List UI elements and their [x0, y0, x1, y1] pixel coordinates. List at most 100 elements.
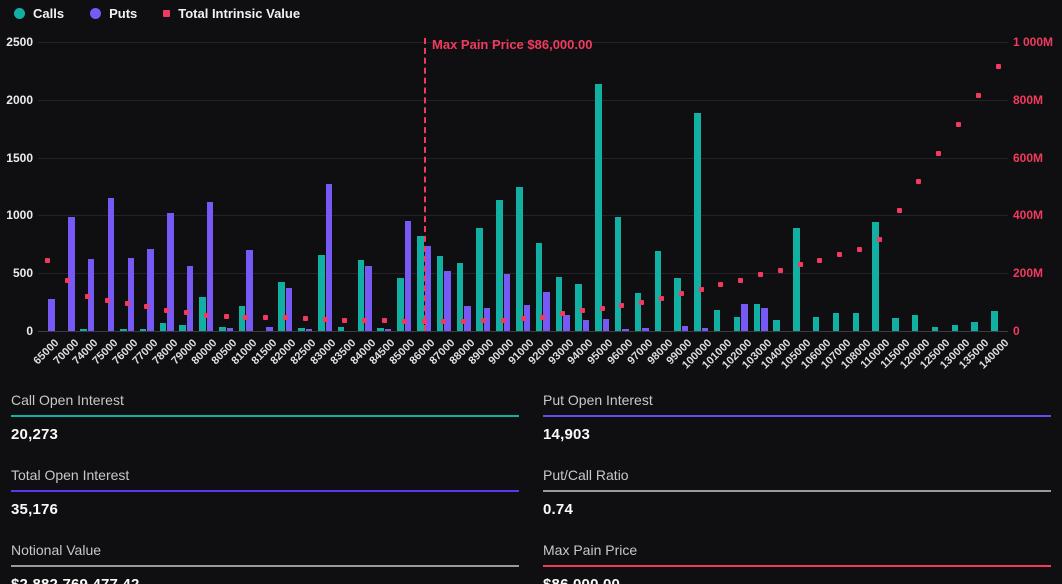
- legend-item-calls[interactable]: Calls: [14, 6, 64, 21]
- intrinsic-value-point[interactable]: [144, 304, 149, 309]
- intrinsic-value-point[interactable]: [600, 306, 605, 311]
- calls-bar[interactable]: [971, 322, 978, 331]
- calls-bar[interactable]: [338, 327, 345, 331]
- calls-bar[interactable]: [793, 228, 800, 331]
- intrinsic-value-point[interactable]: [619, 303, 624, 308]
- legend-item-puts[interactable]: Puts: [90, 6, 137, 21]
- intrinsic-value-point[interactable]: [105, 298, 110, 303]
- calls-bar[interactable]: [912, 315, 919, 331]
- intrinsic-value-point[interactable]: [45, 258, 50, 263]
- calls-bar[interactable]: [615, 217, 622, 331]
- intrinsic-value-point[interactable]: [323, 317, 328, 322]
- calls-bar[interactable]: [694, 113, 701, 331]
- puts-bar[interactable]: [741, 304, 748, 331]
- calls-bar[interactable]: [595, 84, 602, 331]
- legend-item-intrinsic-value[interactable]: Total Intrinsic Value: [163, 6, 300, 21]
- calls-bar[interactable]: [813, 317, 820, 331]
- calls-bar[interactable]: [160, 323, 167, 331]
- calls-bar[interactable]: [833, 313, 840, 331]
- calls-bar[interactable]: [991, 311, 998, 331]
- calls-bar[interactable]: [734, 317, 741, 331]
- calls-bar[interactable]: [120, 329, 127, 331]
- intrinsic-value-point[interactable]: [996, 64, 1001, 69]
- puts-bar[interactable]: [405, 221, 412, 331]
- intrinsic-value-point[interactable]: [382, 318, 387, 323]
- intrinsic-value-point[interactable]: [283, 315, 288, 320]
- puts-bar[interactable]: [48, 299, 55, 331]
- calls-bar[interactable]: [714, 310, 721, 331]
- intrinsic-value-point[interactable]: [798, 262, 803, 267]
- intrinsic-value-point[interactable]: [778, 268, 783, 273]
- intrinsic-value-point[interactable]: [461, 319, 466, 324]
- calls-bar[interactable]: [516, 187, 523, 331]
- intrinsic-value-point[interactable]: [441, 319, 446, 324]
- calls-bar[interactable]: [476, 228, 483, 331]
- calls-bar[interactable]: [417, 236, 424, 331]
- intrinsic-value-point[interactable]: [362, 318, 367, 323]
- calls-bar[interactable]: [773, 320, 780, 331]
- intrinsic-value-point[interactable]: [521, 316, 526, 321]
- puts-bar[interactable]: [622, 329, 629, 331]
- intrinsic-value-point[interactable]: [560, 311, 565, 316]
- puts-bar[interactable]: [563, 315, 570, 331]
- calls-bar[interactable]: [496, 200, 503, 331]
- intrinsic-value-point[interactable]: [580, 308, 585, 313]
- intrinsic-value-point[interactable]: [837, 252, 842, 257]
- intrinsic-value-point[interactable]: [758, 272, 763, 277]
- intrinsic-value-point[interactable]: [85, 294, 90, 299]
- calls-bar[interactable]: [80, 329, 87, 331]
- intrinsic-value-point[interactable]: [679, 291, 684, 296]
- intrinsic-value-point[interactable]: [877, 237, 882, 242]
- intrinsic-value-point[interactable]: [204, 313, 209, 318]
- calls-bar[interactable]: [298, 328, 305, 331]
- calls-bar[interactable]: [556, 277, 563, 331]
- intrinsic-value-point[interactable]: [184, 310, 189, 315]
- intrinsic-value-point[interactable]: [481, 318, 486, 323]
- puts-bar[interactable]: [286, 288, 293, 331]
- calls-bar[interactable]: [635, 293, 642, 331]
- intrinsic-value-point[interactable]: [243, 315, 248, 320]
- intrinsic-value-point[interactable]: [718, 282, 723, 287]
- puts-bar[interactable]: [266, 327, 273, 331]
- intrinsic-value-point[interactable]: [659, 296, 664, 301]
- intrinsic-value-point[interactable]: [501, 318, 506, 323]
- puts-bar[interactable]: [306, 329, 313, 331]
- intrinsic-value-point[interactable]: [817, 258, 822, 263]
- intrinsic-value-point[interactable]: [738, 278, 743, 283]
- puts-bar[interactable]: [187, 266, 194, 331]
- puts-bar[interactable]: [227, 328, 234, 331]
- intrinsic-value-point[interactable]: [699, 287, 704, 292]
- puts-bar[interactable]: [167, 213, 174, 331]
- intrinsic-value-point[interactable]: [65, 278, 70, 283]
- puts-bar[interactable]: [128, 258, 135, 331]
- puts-bar[interactable]: [108, 198, 115, 331]
- intrinsic-value-point[interactable]: [263, 315, 268, 320]
- puts-bar[interactable]: [543, 292, 550, 331]
- intrinsic-value-point[interactable]: [303, 316, 308, 321]
- intrinsic-value-point[interactable]: [540, 315, 545, 320]
- puts-bar[interactable]: [68, 217, 75, 331]
- intrinsic-value-point[interactable]: [936, 151, 941, 156]
- calls-bar[interactable]: [219, 327, 226, 331]
- intrinsic-value-point[interactable]: [976, 93, 981, 98]
- intrinsic-value-point[interactable]: [916, 179, 921, 184]
- calls-bar[interactable]: [140, 329, 147, 331]
- puts-bar[interactable]: [385, 329, 392, 331]
- calls-bar[interactable]: [674, 278, 681, 331]
- calls-bar[interactable]: [932, 327, 939, 331]
- intrinsic-value-point[interactable]: [125, 301, 130, 306]
- calls-bar[interactable]: [892, 318, 899, 331]
- puts-bar[interactable]: [583, 320, 590, 331]
- puts-bar[interactable]: [603, 319, 610, 331]
- puts-bar[interactable]: [207, 202, 214, 331]
- intrinsic-value-point[interactable]: [164, 308, 169, 313]
- calls-bar[interactable]: [278, 282, 285, 331]
- puts-bar[interactable]: [702, 328, 709, 331]
- calls-bar[interactable]: [377, 328, 384, 331]
- calls-bar[interactable]: [952, 325, 959, 331]
- calls-bar[interactable]: [655, 251, 662, 331]
- calls-bar[interactable]: [754, 304, 761, 331]
- puts-bar[interactable]: [761, 308, 768, 331]
- puts-bar[interactable]: [682, 326, 689, 331]
- intrinsic-value-point[interactable]: [342, 318, 347, 323]
